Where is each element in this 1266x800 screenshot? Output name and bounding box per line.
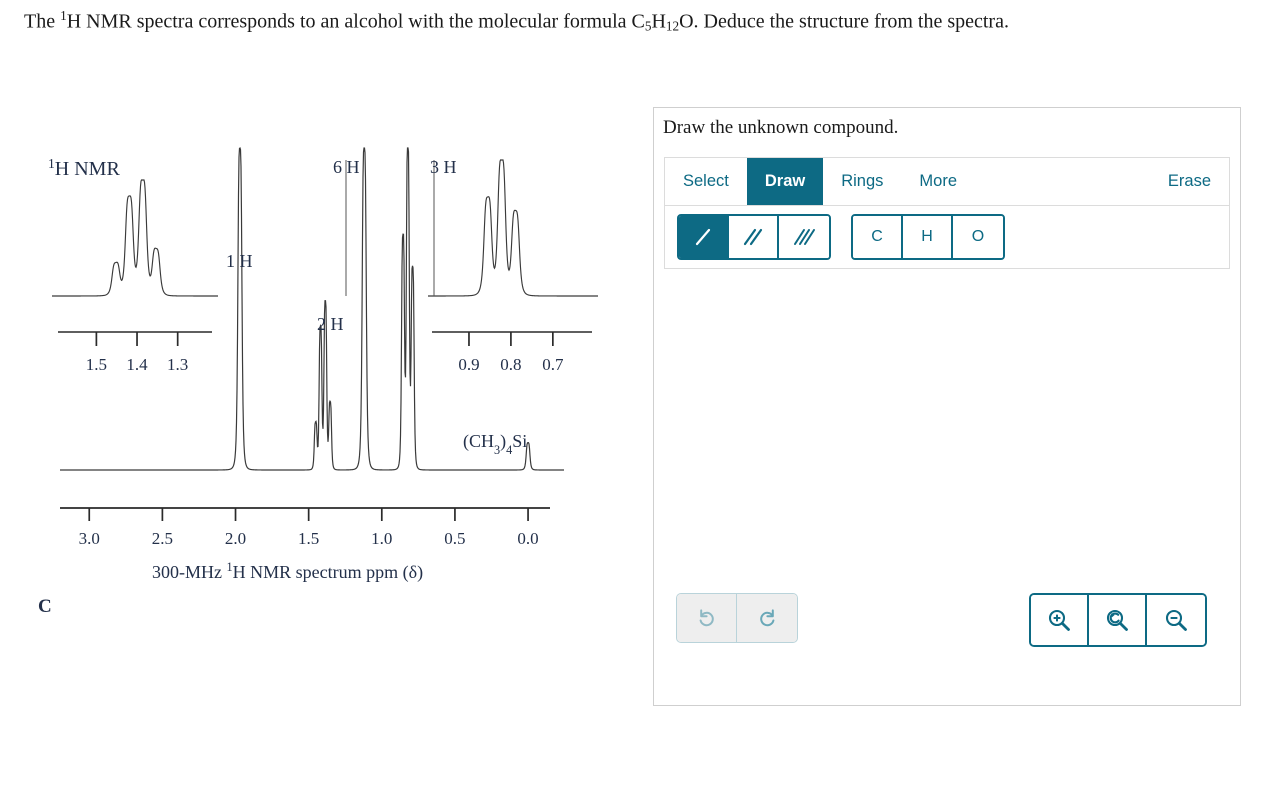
left-inset-group: 1.5 1.4 1.3 [52,179,218,374]
nmr-spectrum-figure: 1.5 1.4 1.3 0.9 0.8 0.7 3.0 2.5 2.0 1.5 1.0 0.5 0.… [30,130,630,640]
triple-bond-icon [794,229,815,245]
main-spectrum-group: 3.0 2.5 2.0 1.5 1.0 0.5 0.0 [60,146,564,548]
single-bond-button[interactable] [679,216,729,258]
main-axis-tick-label: 1.0 [371,529,392,548]
draw-panel-title: Draw the unknown compound. [663,117,899,138]
inset-axis-tick-label: 1.4 [126,355,148,374]
right-inset-trace [428,159,598,297]
zoom-button-group [1029,593,1207,647]
label-2h: 2 H [317,314,344,334]
element-oxygen-button[interactable]: O [953,216,1003,258]
left-inset-tick-labels: 1.5 1.4 1.3 [86,355,189,374]
subscript-5: 5 [644,18,652,34]
zoom-in-button[interactable] [1031,595,1089,645]
right-inset-group: 0.9 0.8 0.7 [428,159,598,374]
zoom-out-button[interactable] [1147,595,1205,645]
left-inset-ticks [95,332,179,346]
main-axis-tick-label: 2.5 [152,529,173,548]
tab-rings[interactable]: Rings [823,158,901,205]
spectrum-svg: 1.5 1.4 1.3 0.9 0.8 0.7 3.0 2.5 2.0 1.5 1.0 0.5 0.… [38,146,598,617]
element-group: C H O [851,214,1005,260]
main-axis-tick-label: 0.5 [444,529,465,548]
main-axis-ticks [88,508,529,521]
inset-axis-tick-label: 0.7 [542,355,564,374]
main-axis-tick-label: 3.0 [79,529,100,548]
double-bond-button[interactable] [729,216,779,258]
main-axis-tick-label: 2.0 [225,529,246,548]
tool-button-row: C H O [665,206,1229,268]
tool-tab-bar: Select Draw Rings More Erase [665,158,1229,206]
panel-letter: C [38,596,52,617]
tab-select[interactable]: Select [665,158,747,205]
inset-axis-tick-label: 1.5 [86,355,107,374]
figure-title: 1H NMR [48,156,120,181]
element-hydrogen-button[interactable]: H [903,216,953,258]
inset-leader-lines [345,160,435,296]
tab-draw[interactable]: Draw [746,158,824,205]
element-carbon-button[interactable]: C [853,216,903,258]
label-3h: 3 H [430,157,457,177]
tms-label: (CH3)4Si [463,431,527,457]
undo-icon [699,609,714,627]
main-axis-tick-label: 0.0 [517,529,538,548]
zoom-reset-icon [1106,609,1128,631]
main-axis-tick-label: 1.5 [298,529,319,548]
main-axis-tick-labels: 3.0 2.5 2.0 1.5 1.0 0.5 0.0 [79,529,539,548]
inset-axis-tick-label: 1.3 [167,355,188,374]
zoom-in-icon [1048,609,1070,631]
superscript-1: 1 [60,8,67,23]
inset-axis-tick-label: 0.8 [500,355,521,374]
label-1h: 1 H [226,251,253,271]
zoom-out-icon [1165,609,1187,631]
question-prompt: The 1H NMR spectra corresponds to an alc… [24,8,1009,34]
left-inset-trace [52,179,218,297]
history-button-group [676,593,798,643]
subscript-12: 12 [665,18,680,34]
single-bond-icon [695,228,711,246]
zoom-reset-button[interactable] [1089,595,1147,645]
undo-button[interactable] [677,594,737,642]
figure-caption: 300-MHz 1H NMR spectrum ppm (δ) [152,560,423,583]
label-6h: 6 H [333,157,360,177]
erase-button[interactable]: Erase [1150,158,1229,205]
inset-axis-tick-label: 0.9 [458,355,479,374]
redo-button[interactable] [737,594,797,642]
double-bond-icon [743,228,763,246]
triple-bond-button[interactable] [779,216,829,258]
draw-compound-panel: Draw the unknown compound. Select Draw R… [653,107,1241,706]
redo-icon [760,609,775,627]
right-inset-ticks [468,332,554,346]
tool-card: Select Draw Rings More Erase C H O [664,157,1230,269]
bond-order-group [677,214,831,260]
tab-more[interactable]: More [901,158,975,205]
right-inset-tick-labels: 0.9 0.8 0.7 [458,355,564,374]
